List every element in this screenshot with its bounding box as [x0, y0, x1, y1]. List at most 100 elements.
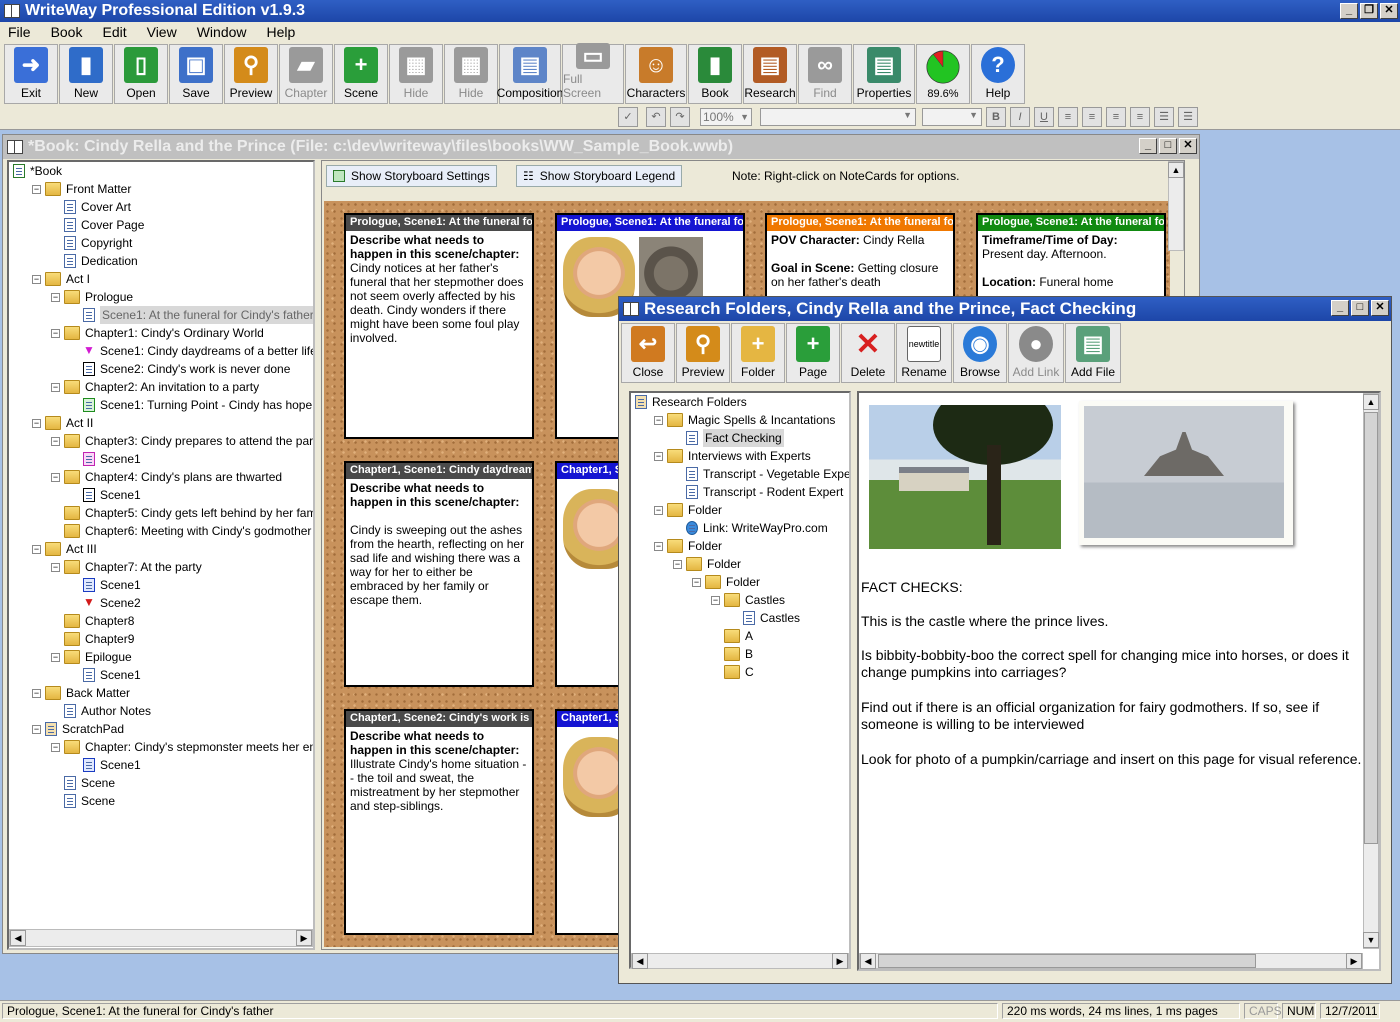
book-app-icon[interactable] — [4, 4, 20, 18]
numbered-list-button[interactable]: ☰ — [1178, 107, 1198, 127]
book-tree-item[interactable]: Scene1: Turning Point - Cindy has hope! — [70, 396, 315, 414]
scroll-right-icon[interactable]: ▶ — [296, 930, 312, 946]
research-tree-item[interactable]: −Magic Spells & Incantations — [654, 411, 835, 429]
menu-book[interactable]: Book — [51, 24, 83, 40]
toolbar-folder-button[interactable]: ▰Chapter — [279, 44, 333, 104]
book-tree-hscrollbar[interactable]: ◀ ▶ — [9, 929, 313, 947]
close-button[interactable]: ✕ — [1380, 3, 1398, 19]
book-tree-item[interactable]: −Chapter2: An invitation to a party — [51, 378, 259, 396]
scroll-thumb[interactable] — [1364, 412, 1378, 844]
book-tree-item[interactable]: Chapter6: Meeting with Cindy's godmother — [51, 522, 311, 540]
book-tree-item[interactable]: Scene1: At the funeral for Cindy's fathe… — [70, 306, 315, 324]
justify-button[interactable]: ≡ — [1130, 107, 1150, 127]
research-content-vscrollbar[interactable]: ▲ ▼ — [1363, 393, 1379, 949]
bold-button[interactable]: B — [986, 107, 1006, 127]
scroll-left-icon[interactable]: ◀ — [632, 953, 648, 969]
menu-window[interactable]: Window — [197, 24, 247, 40]
collapse-toggle-icon[interactable]: − — [32, 275, 41, 284]
maximize-button[interactable]: □ — [1351, 300, 1369, 316]
book-tree-item[interactable]: −Chapter1: Cindy's Ordinary World — [51, 324, 264, 342]
book-tree-item[interactable]: −Back Matter — [32, 684, 130, 702]
book-tree-item[interactable]: ▼Scene1: Cindy daydreams of a better lif… — [70, 342, 315, 360]
research-tree-item[interactable]: −Folder — [654, 501, 722, 519]
book-tree-item[interactable]: −Act I — [32, 270, 90, 288]
menu-help[interactable]: Help — [267, 24, 296, 40]
research-tree-item[interactable]: Fact Checking — [673, 429, 784, 447]
book-tree-item[interactable]: Scene — [51, 792, 115, 810]
close-button[interactable]: ✕ — [1371, 300, 1389, 316]
research-tree-hscrollbar[interactable]: ◀ ▶ — [631, 953, 849, 969]
undo-button[interactable]: ↶ — [646, 107, 666, 127]
book-tree-item[interactable]: −ScratchPad — [32, 720, 124, 738]
research-tree-item[interactable]: C — [711, 663, 754, 681]
chateau-photo[interactable] — [869, 405, 1061, 549]
menu-view[interactable]: View — [147, 24, 177, 40]
book-tree-item[interactable]: *Book — [13, 162, 62, 180]
collapse-toggle-icon[interactable]: − — [692, 578, 701, 587]
toolbar-open-book-button[interactable]: ▯Open — [114, 44, 168, 104]
book-tree-item[interactable]: −Chapter7: At the party — [51, 558, 202, 576]
toolbar-new-book-button[interactable]: ▮New — [59, 44, 113, 104]
book-tree-item[interactable]: −Chapter3: Cindy prepares to attend the … — [51, 432, 315, 450]
toolbar-help-button[interactable]: ?Help — [971, 44, 1025, 104]
book-tree-item[interactable]: Scene1 — [70, 450, 141, 468]
restore-button[interactable]: ❐ — [1360, 3, 1378, 19]
collapse-toggle-icon[interactable]: − — [51, 383, 60, 392]
collapse-toggle-icon[interactable]: − — [51, 473, 60, 482]
book-tree-item[interactable]: Chapter9 — [51, 630, 134, 648]
book-tree-item[interactable]: Cover Page — [51, 216, 144, 234]
research-add-link-button[interactable]: ●Add Link — [1008, 323, 1064, 383]
book-tree-item[interactable]: Scene1 — [70, 756, 141, 774]
book-tree-item[interactable]: Scene — [51, 774, 115, 792]
toolbar-magnifier-button[interactable]: ⚲Preview — [224, 44, 278, 104]
toolbar-exit-door-button[interactable]: ➜Exit — [4, 44, 58, 104]
scroll-up-icon[interactable]: ▲ — [1168, 162, 1184, 178]
collapse-toggle-icon[interactable]: − — [51, 437, 60, 446]
toolbar-hide-button[interactable]: ▦Hide — [389, 44, 443, 104]
research-tree-item[interactable]: Research Folders — [635, 393, 747, 411]
research-tree-item[interactable]: −Folder — [654, 537, 722, 555]
book-tree-item[interactable]: −Act II — [32, 414, 93, 432]
bullet-list-button[interactable]: ☰ — [1154, 107, 1174, 127]
menu-edit[interactable]: Edit — [102, 24, 126, 40]
notecard[interactable]: Chapter1, Scene2: Cindy's work is never … — [344, 709, 534, 935]
collapse-toggle-icon[interactable]: − — [673, 560, 682, 569]
spellcheck-button[interactable]: ✓ — [618, 107, 638, 127]
book-tree-item[interactable]: −Epilogue — [51, 648, 132, 666]
scroll-left-icon[interactable]: ◀ — [10, 930, 26, 946]
collapse-toggle-icon[interactable]: − — [654, 542, 663, 551]
research-rename-button[interactable]: newtitleRename — [896, 323, 952, 383]
toolbar-research-button[interactable]: ▤Research — [743, 44, 797, 104]
book-tree[interactable]: *Book−Front MatterCover ArtCover PageCop… — [7, 160, 315, 950]
toolbar-save-disk-button[interactable]: ▣Save — [169, 44, 223, 104]
collapse-toggle-icon[interactable]: − — [654, 416, 663, 425]
cat-photo[interactable] — [639, 237, 703, 303]
collapse-toggle-icon[interactable]: − — [32, 185, 41, 194]
research-content[interactable]: FACT CHECKS: This is the castle where th… — [857, 391, 1381, 971]
book-tree-item[interactable]: Dedication — [51, 252, 138, 270]
research-tree-item[interactable]: Link: WriteWayPro.com — [673, 519, 828, 537]
minimize-button[interactable]: _ — [1139, 138, 1157, 154]
book-tree-item[interactable]: Scene2: Cindy's work is never done — [70, 360, 290, 378]
toolbar-new-page-button[interactable]: +Scene — [334, 44, 388, 104]
toolbar-progress-pie-button[interactable]: 89.6% — [916, 44, 970, 104]
collapse-toggle-icon[interactable]: − — [51, 653, 60, 662]
book-tree-item[interactable]: Chapter5: Cindy gets left behind by her … — [51, 504, 315, 522]
collapse-toggle-icon[interactable]: − — [51, 329, 60, 338]
toolbar-properties-button[interactable]: ▤Properties — [853, 44, 915, 104]
research-add-file-button[interactable]: ▤Add File — [1065, 323, 1121, 383]
research-tree-item[interactable]: B — [711, 645, 753, 663]
toolbar-pages-button[interactable]: ▤Composition — [499, 44, 561, 104]
research-tree-item[interactable]: −Interviews with Experts — [654, 447, 811, 465]
collapse-toggle-icon[interactable]: − — [32, 725, 41, 734]
show-storyboard-settings-button[interactable]: Show Storyboard Settings — [326, 165, 497, 187]
maximize-button[interactable]: □ — [1159, 138, 1177, 154]
book-tree-item[interactable]: ▼Scene2 — [70, 594, 141, 612]
mont-saint-michel-photo[interactable] — [1079, 401, 1293, 545]
scroll-down-icon[interactable]: ▼ — [1363, 932, 1379, 948]
research-tree[interactable]: Research Folders−Magic Spells & Incantat… — [629, 391, 851, 969]
book-tree-item[interactable]: −Chapter: Cindy's stepmonster meets her … — [51, 738, 315, 756]
scroll-right-icon[interactable]: ▶ — [832, 953, 848, 969]
research-close-button[interactable]: ↩Close — [621, 323, 675, 383]
research-delete-button[interactable]: ✕Delete — [841, 323, 895, 383]
